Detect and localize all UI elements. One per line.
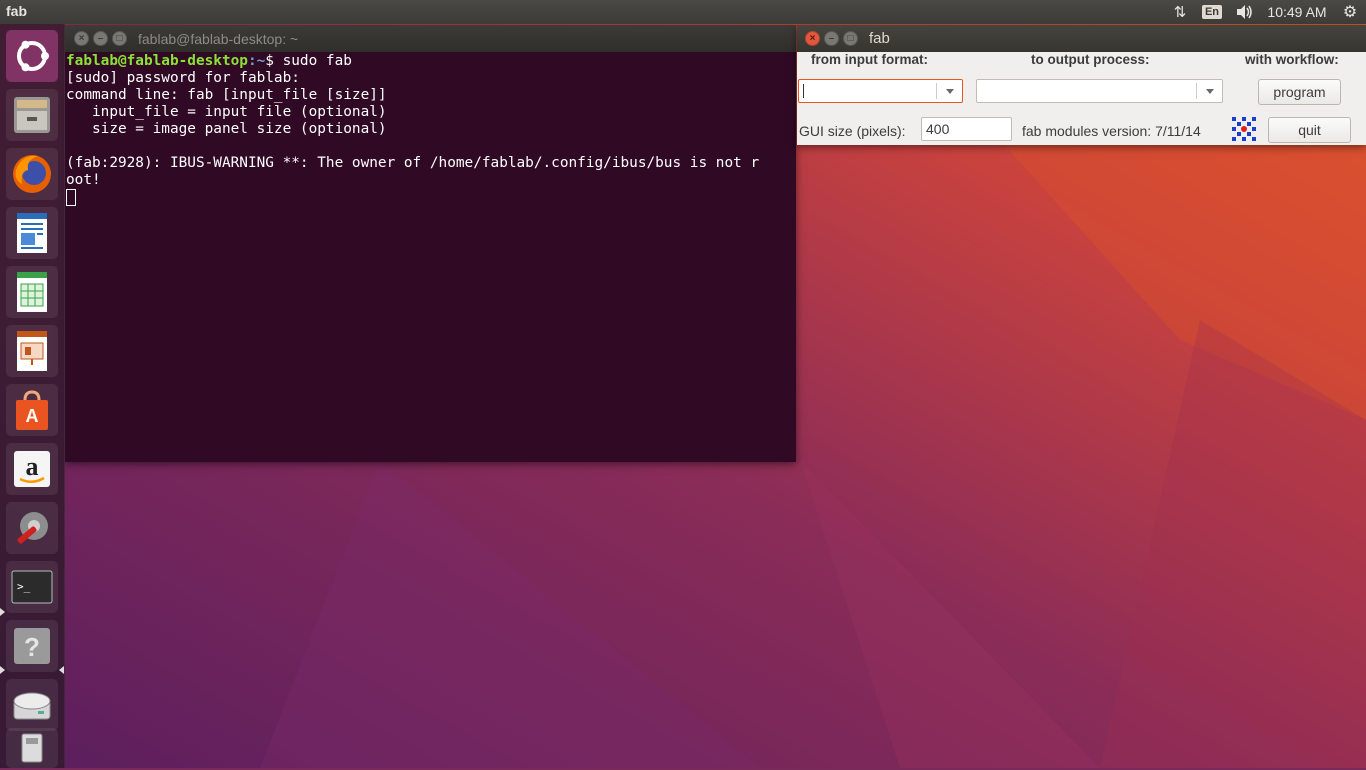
terminal-titlebar[interactable]: × – □ fablab@fablab-desktop: ~ [65,25,796,52]
terminal-command: sudo fab [282,53,352,69]
svg-text:>_: >_ [17,580,31,593]
close-icon[interactable]: × [74,31,89,46]
svg-text:A: A [26,406,39,426]
terminal-line: size = image panel size (optional) [66,121,387,137]
chevron-down-icon[interactable] [946,89,954,94]
ubuntu-logo-icon[interactable] [6,30,58,82]
minimize-icon[interactable]: – [93,31,108,46]
input-format-combo[interactable] [798,79,963,103]
impress-icon[interactable] [6,325,58,377]
launcher: A a >_ ? [0,24,65,768]
minimize-icon[interactable]: – [824,31,839,46]
terminal-line: input_file = input file (optional) [66,104,387,120]
network-icon[interactable]: ⇅ [1168,2,1192,22]
text-caret [803,84,804,98]
file-cabinet-icon[interactable] [6,89,58,141]
output-process-combo[interactable] [976,79,1223,103]
hard-drive-icon[interactable] [6,679,58,731]
usb-drive-icon[interactable] [6,728,58,768]
writer-icon[interactable] [6,207,58,259]
clock[interactable]: 10:49 AM [1262,2,1332,22]
volume-icon[interactable] [1232,2,1256,22]
gui-size-label: GUI size (pixels): [799,123,906,139]
settings-wrench-icon[interactable] [6,502,58,554]
firefox-icon[interactable] [6,148,58,200]
terminal-line: oot! [66,172,101,188]
terminal-window[interactable]: × – □ fablab@fablab-desktop: ~ fablab@fa… [65,25,796,462]
fab-window-title: fab [869,30,890,47]
svg-text:?: ? [24,632,40,662]
active-app-name: fab [6,3,27,19]
help-question-icon[interactable]: ? [6,620,58,672]
close-icon[interactable]: × [805,31,820,46]
keyboard-layout-label: En [1201,5,1223,19]
program-button[interactable]: program [1258,79,1341,105]
with-workflow-label: with workflow: [1245,52,1339,67]
keyboard-layout-indicator[interactable]: En [1201,2,1223,22]
to-output-process-label: to output process: [1031,52,1150,67]
combo-separator [1196,83,1197,99]
terminal-cursor [66,189,76,206]
prompt-symbol: $ [265,53,283,69]
terminal-title: fablab@fablab-desktop: ~ [138,31,299,47]
terminal-line: [sudo] password for fablab: [66,70,300,86]
combo-separator [936,83,937,99]
gear-icon[interactable]: ⚙ [1338,2,1362,22]
prompt-user: fablab@fablab-desktop [66,53,248,69]
terminal-line: (fab:2928): IBUS-WARNING **: The owner o… [66,155,760,171]
prompt-path: :~ [247,53,266,69]
top-panel: fab ⇅ En 10:49 AM ⚙ [0,0,1366,24]
calc-icon[interactable] [6,266,58,318]
terminal-output[interactable]: fablab@fablab-desktop:~$ sudo fab [sudo]… [66,53,795,462]
quit-button[interactable]: quit [1268,117,1351,143]
shopping-bag-icon[interactable]: A [6,384,58,436]
from-input-format-label: from input format: [811,52,928,67]
terminal-icon[interactable]: >_ [6,561,58,613]
fab-logo-icon [1232,117,1256,141]
amazon-icon[interactable]: a [6,443,58,495]
fab-window[interactable]: × – □ fab from input format: to output p… [797,25,1366,145]
gui-size-input[interactable]: 400 [921,117,1012,141]
maximize-icon[interactable]: □ [112,31,127,46]
fab-titlebar[interactable]: × – □ fab [797,25,1366,52]
svg-text:a: a [26,452,39,481]
maximize-icon[interactable]: □ [843,31,858,46]
chevron-down-icon[interactable] [1206,89,1214,94]
terminal-line: command line: fab [input_file [size]] [66,87,387,103]
version-label: fab modules version: 7/11/14 [1022,123,1201,139]
